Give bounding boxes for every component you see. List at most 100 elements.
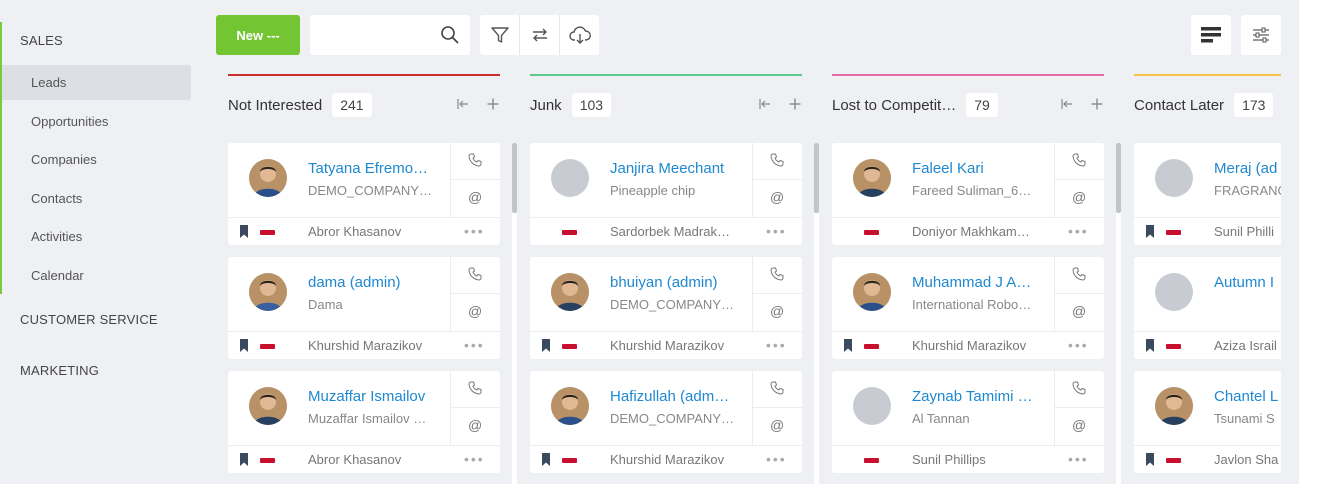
lead-card[interactable]: Tatyana Efremo… DEMO_COMPANY… @ ••• Abror Kh… — [228, 143, 500, 245]
collapse-column-icon[interactable] — [1060, 97, 1074, 116]
add-card-icon[interactable] — [788, 97, 802, 116]
collapse-column-icon[interactable] — [758, 97, 772, 116]
lead-name-link[interactable]: Zaynab Tamimi … — [912, 388, 1047, 405]
sidebar-section-sales[interactable]: SALES — [20, 33, 63, 48]
lead-name-link[interactable]: bhuiyan (admin) — [610, 274, 745, 291]
phone-icon[interactable] — [1072, 381, 1086, 400]
sidebar-item-opportunities[interactable]: Opportunities — [31, 114, 108, 129]
lead-card[interactable]: Muzaffar Ismailov Muzaffar Ismailov … @ •••… — [228, 371, 500, 473]
lead-card[interactable]: Meraj (ad FRAGRANC Sunil Philli — [1134, 143, 1281, 245]
lead-name-link[interactable]: Chantel L — [1214, 388, 1281, 405]
more-options-icon[interactable]: ••• — [464, 223, 485, 239]
email-at-icon[interactable]: @ — [770, 417, 784, 433]
phone-icon[interactable] — [770, 267, 784, 286]
bookmark-icon[interactable] — [1145, 339, 1155, 357]
phone-icon[interactable] — [468, 267, 482, 286]
more-options-icon[interactable]: ••• — [766, 337, 787, 353]
filter-icon[interactable] — [480, 15, 520, 55]
add-card-icon[interactable] — [486, 97, 500, 116]
lead-name-link[interactable]: Muhammad J A… — [912, 274, 1047, 291]
more-options-icon[interactable]: ••• — [1068, 451, 1089, 467]
avatar[interactable] — [1155, 387, 1193, 425]
phone-icon[interactable] — [1072, 267, 1086, 286]
lead-name-link[interactable]: Tatyana Efremo… — [308, 160, 443, 177]
more-options-icon[interactable]: ••• — [766, 223, 787, 239]
scrollbar-thumb[interactable] — [814, 143, 819, 213]
column-title[interactable]: Contact Later — [1134, 97, 1224, 114]
bookmark-icon[interactable] — [1145, 225, 1155, 243]
scrollbar-thumb[interactable] — [1116, 143, 1121, 213]
avatar[interactable] — [249, 387, 287, 425]
lead-name-link[interactable]: Autumn I — [1214, 274, 1281, 291]
column-title[interactable]: Lost to Competit… — [832, 97, 956, 114]
lead-name-link[interactable]: Hafizullah (adm… — [610, 388, 745, 405]
bookmark-icon[interactable] — [843, 339, 853, 357]
more-options-icon[interactable]: ••• — [464, 451, 485, 467]
sidebar-item-contacts[interactable]: Contacts — [31, 191, 82, 206]
swap-icon[interactable] — [520, 15, 560, 55]
email-at-icon[interactable]: @ — [770, 303, 784, 319]
lead-name-link[interactable]: Faleel Kari — [912, 160, 1047, 177]
more-options-icon[interactable]: ••• — [766, 451, 787, 467]
avatar[interactable] — [853, 159, 891, 197]
new-button[interactable]: New --- — [216, 15, 300, 55]
column-scrollbar[interactable] — [512, 143, 517, 484]
column-title[interactable]: Junk — [530, 97, 562, 114]
column-title[interactable]: Not Interested — [228, 97, 322, 114]
phone-icon[interactable] — [1072, 153, 1086, 172]
sidebar-section-marketing[interactable]: MARKETING — [20, 363, 99, 378]
lead-name-link[interactable]: Meraj (ad — [1214, 160, 1281, 177]
lead-name-link[interactable]: dama (admin) — [308, 274, 443, 291]
phone-icon[interactable] — [468, 153, 482, 172]
email-at-icon[interactable]: @ — [468, 417, 482, 433]
right-side-panel[interactable] — [1299, 0, 1325, 484]
lead-card[interactable]: Hafizullah (adm… DEMO_COMPANY… @ ••• Khurshi… — [530, 371, 802, 473]
bookmark-icon[interactable] — [1145, 453, 1155, 471]
email-at-icon[interactable]: @ — [1072, 189, 1086, 205]
sidebar-item-calendar[interactable]: Calendar — [31, 268, 84, 283]
sidebar-item-leads[interactable]: Leads — [31, 75, 66, 90]
phone-icon[interactable] — [770, 153, 784, 172]
search-input[interactable] — [318, 15, 438, 53]
email-at-icon[interactable]: @ — [468, 303, 482, 319]
bookmark-icon[interactable] — [239, 225, 249, 243]
bookmark-icon[interactable] — [239, 339, 249, 357]
email-at-icon[interactable]: @ — [1072, 303, 1086, 319]
lead-card[interactable]: Faleel Kari Fareed Suliman_6… @ ••• Doniyor … — [832, 143, 1104, 245]
more-options-icon[interactable]: ••• — [1068, 223, 1089, 239]
column-scrollbar[interactable] — [1116, 143, 1121, 484]
lead-card[interactable]: bhuiyan (admin) DEMO_COMPANY… @ ••• Khurshid… — [530, 257, 802, 359]
add-card-icon[interactable] — [1090, 97, 1104, 116]
scrollbar-thumb[interactable] — [512, 143, 517, 213]
avatar[interactable] — [1155, 159, 1193, 197]
sidebar-item-companies[interactable]: Companies — [31, 152, 97, 167]
more-options-icon[interactable]: ••• — [464, 337, 485, 353]
lead-name-link[interactable]: Janjira Meechant — [610, 160, 745, 177]
list-view-icon[interactable] — [1191, 15, 1231, 55]
search-icon[interactable] — [440, 25, 460, 50]
collapse-column-icon[interactable] — [456, 97, 470, 116]
lead-card[interactable]: Autumn I Aziza Israil — [1134, 257, 1281, 359]
avatar[interactable] — [853, 387, 891, 425]
lead-card[interactable]: Chantel L Tsunami S Javlon Sha — [1134, 371, 1281, 473]
avatar[interactable] — [249, 273, 287, 311]
avatar[interactable] — [249, 159, 287, 197]
avatar[interactable] — [551, 273, 589, 311]
lead-card[interactable]: Muhammad J A… International Robo… @ ••• Khur… — [832, 257, 1104, 359]
phone-icon[interactable] — [770, 381, 784, 400]
avatar[interactable] — [1155, 273, 1193, 311]
phone-icon[interactable] — [468, 381, 482, 400]
bookmark-icon[interactable] — [541, 339, 551, 357]
settings-sliders-icon[interactable] — [1241, 15, 1281, 55]
email-at-icon[interactable]: @ — [1072, 417, 1086, 433]
sidebar-item-activities[interactable]: Activities — [31, 229, 82, 244]
cloud-download-icon[interactable] — [560, 15, 599, 55]
avatar[interactable] — [551, 159, 589, 197]
lead-name-link[interactable]: Muzaffar Ismailov — [308, 388, 443, 405]
avatar[interactable] — [551, 387, 589, 425]
lead-card[interactable]: Zaynab Tamimi … Al Tannan @ ••• Sunil Philli… — [832, 371, 1104, 473]
avatar[interactable] — [853, 273, 891, 311]
email-at-icon[interactable]: @ — [468, 189, 482, 205]
bookmark-icon[interactable] — [239, 453, 249, 471]
lead-card[interactable]: Janjira Meechant Pineapple chip @ ••• Sardor… — [530, 143, 802, 245]
